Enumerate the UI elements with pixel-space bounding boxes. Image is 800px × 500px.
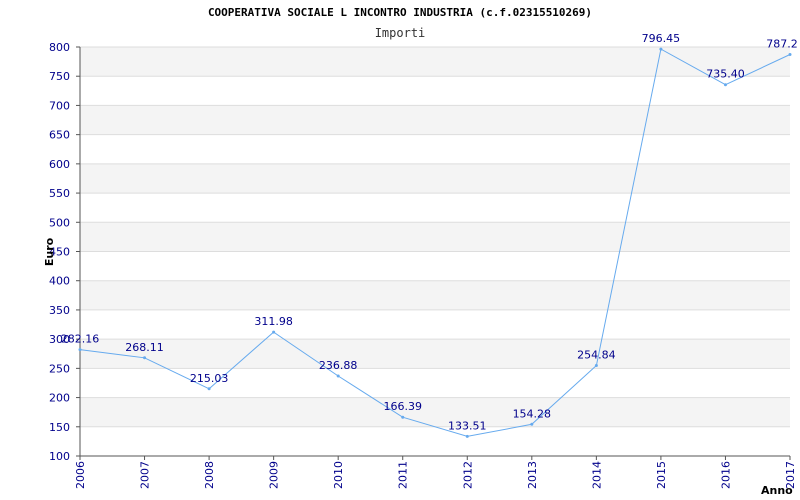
data-label: 268.11 <box>125 341 164 354</box>
grid-band <box>80 339 790 369</box>
data-label: 166.39 <box>383 400 422 413</box>
y-tick-label: 650 <box>49 129 70 142</box>
x-axis-label: Anno <box>761 484 793 497</box>
data-point <box>659 47 663 51</box>
data-label: 254.84 <box>577 349 616 362</box>
data-point <box>530 422 534 426</box>
grid-band <box>80 105 790 135</box>
x-tick-label: 2011 <box>397 461 410 489</box>
y-tick-label: 550 <box>49 187 70 200</box>
data-label: 311.98 <box>254 315 293 328</box>
line-chart: 1001502002503003504004505005506006507007… <box>43 6 798 497</box>
x-tick-label: 2009 <box>268 461 281 489</box>
chart-subtitle: Importi <box>375 26 426 40</box>
y-tick-label: 250 <box>49 362 70 375</box>
y-tick-label: 750 <box>49 70 70 83</box>
x-tick-labels: 2006 2007 2008 2009 2010 2011 2012 2013 2014 2015… <box>74 461 797 489</box>
data-point <box>336 374 340 378</box>
data-label: 796.45 <box>642 32 681 45</box>
data-label: 154.28 <box>513 407 552 420</box>
data-label: 133.51 <box>448 419 487 432</box>
data-point <box>723 83 727 87</box>
data-point <box>401 415 405 419</box>
data-label: 787.2 <box>766 37 798 50</box>
data-label: 735.40 <box>706 68 745 81</box>
grid-bands <box>80 47 790 427</box>
y-tick-label: 400 <box>49 275 70 288</box>
x-tick-label: 2006 <box>74 461 87 489</box>
y-tick-label: 150 <box>49 421 70 434</box>
data-point <box>272 330 276 334</box>
x-tick-label: 2012 <box>461 461 474 489</box>
data-label: 215.03 <box>190 372 229 385</box>
x-tick-label: 2010 <box>332 461 345 489</box>
data-label: 236.88 <box>319 359 358 372</box>
grid-band <box>80 222 790 252</box>
y-tick-label: 600 <box>49 158 70 171</box>
y-tick-label: 700 <box>49 99 70 112</box>
chart-title: COOPERATIVA SOCIALE L INCONTRO INDUSTRIA… <box>208 6 592 19</box>
x-tick-label: 2008 <box>203 461 216 489</box>
grid-band <box>80 163 790 194</box>
grid-band <box>80 397 790 427</box>
y-axis-label: Euro <box>43 237 56 266</box>
x-tick-label: 2015 <box>655 461 668 489</box>
x-tick-label: 2014 <box>590 461 603 489</box>
x-tick-label: 2007 <box>139 461 152 489</box>
data-point <box>788 52 792 56</box>
y-tick-label: 500 <box>49 216 70 229</box>
data-label: 282.16 <box>61 333 100 346</box>
y-tick-label: 100 <box>49 450 70 463</box>
data-point <box>465 434 469 438</box>
x-tick-label: 2016 <box>719 461 732 489</box>
data-point <box>78 348 82 352</box>
data-point <box>594 364 598 368</box>
data-point <box>207 387 211 391</box>
data-point <box>143 356 147 360</box>
x-tick-label: 2013 <box>526 461 539 489</box>
y-tick-label: 350 <box>49 304 70 317</box>
grid-band <box>80 280 790 310</box>
y-tick-label: 200 <box>49 392 70 405</box>
y-tick-label: 800 <box>49 41 70 54</box>
